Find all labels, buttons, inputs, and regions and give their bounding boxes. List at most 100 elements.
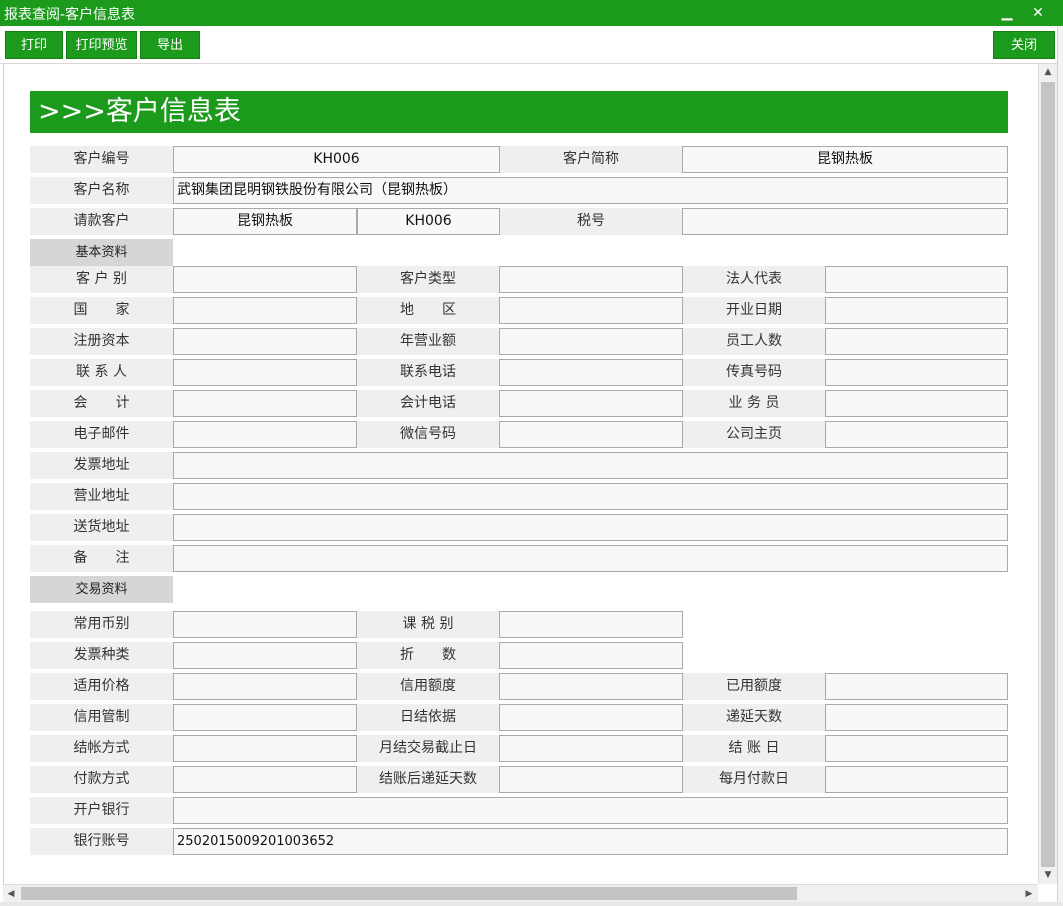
annual-revenue-value — [499, 328, 683, 355]
horizontal-scrollbar[interactable]: ◀ ▶ — [3, 884, 1038, 902]
monthly-cutoff-label: 月结交易截止日 — [357, 735, 499, 762]
open-date-label: 开业日期 — [683, 297, 825, 324]
accountant-value — [173, 390, 357, 417]
employee-count-value — [825, 328, 1008, 355]
invoice-type-label: 发票种类 — [30, 642, 173, 669]
tax-id-label: 税号 — [500, 208, 682, 235]
customer-code-value: KH006 — [173, 146, 500, 173]
remarks-label: 备 注 — [30, 545, 173, 572]
tax-class-value — [499, 611, 683, 638]
window-bottom-edge — [0, 902, 1063, 906]
trade-info-section-header: 交易资料 — [30, 576, 173, 603]
close-button[interactable]: 关闭 — [993, 31, 1055, 59]
legal-rep-label: 法人代表 — [683, 266, 825, 293]
region-value — [499, 297, 683, 324]
settle-day-value — [825, 735, 1008, 762]
deferred-days-value — [825, 704, 1008, 731]
salesperson-label: 业 务 员 — [683, 390, 825, 417]
report-title-banner: >>>客户信息表 — [30, 91, 1008, 133]
employee-count-label: 员工人数 — [683, 328, 825, 355]
country-label: 国 家 — [30, 297, 173, 324]
customer-class-value — [173, 266, 357, 293]
business-address-label: 营业地址 — [30, 483, 173, 510]
credit-control-label: 信用管制 — [30, 704, 173, 731]
monthly-pay-day-label: 每月付款日 — [683, 766, 825, 793]
post-settle-days-value — [499, 766, 683, 793]
delivery-address-value — [173, 514, 1008, 541]
customer-type-value — [499, 266, 683, 293]
used-limit-value — [825, 673, 1008, 700]
window-title: 报表查阅-客户信息表 — [4, 7, 136, 23]
toolbar: 打印 打印预览 导出 关闭 — [0, 26, 1063, 64]
customer-code-label: 客户编号 — [30, 146, 173, 173]
contact-phone-label: 联系电话 — [357, 359, 499, 386]
customer-name-label: 客户名称 — [30, 177, 173, 204]
discount-value — [499, 642, 683, 669]
open-date-value — [825, 297, 1008, 324]
deferred-days-label: 递延天数 — [683, 704, 825, 731]
registered-capital-label: 注册资本 — [30, 328, 173, 355]
region-label: 地 区 — [357, 297, 499, 324]
contact-person-label: 联 系 人 — [30, 359, 173, 386]
country-value — [173, 297, 357, 324]
accountant-phone-label: 会计电话 — [357, 390, 499, 417]
billing-customer-label: 请款客户 — [30, 208, 173, 235]
currency-value — [173, 611, 357, 638]
export-button[interactable]: 导出 — [140, 31, 200, 59]
invoice-address-value — [173, 452, 1008, 479]
business-address-value — [173, 483, 1008, 510]
post-settle-days-label: 结账后递延天数 — [357, 766, 499, 793]
print-preview-button[interactable]: 打印预览 — [66, 31, 137, 59]
bank-label: 开户银行 — [30, 797, 173, 824]
settle-basis-label: 日结依据 — [357, 704, 499, 731]
price-applied-label: 适用价格 — [30, 673, 173, 700]
credit-control-value — [173, 704, 357, 731]
customer-class-label: 客 户 别 — [30, 266, 173, 293]
minimize-icon[interactable]: ▁ — [996, 3, 1018, 23]
scroll-down-arrow-icon[interactable]: ▼ — [1039, 867, 1057, 883]
monthly-pay-day-value — [825, 766, 1008, 793]
used-limit-label: 已用额度 — [683, 673, 825, 700]
settle-basis-value — [499, 704, 683, 731]
window-right-edge — [1057, 26, 1063, 906]
homepage-label: 公司主页 — [683, 421, 825, 448]
settle-method-label: 结帐方式 — [30, 735, 173, 762]
email-value — [173, 421, 357, 448]
accountant-label: 会 计 — [30, 390, 173, 417]
invoice-address-label: 发票地址 — [30, 452, 173, 479]
currency-label: 常用币别 — [30, 611, 173, 638]
print-button[interactable]: 打印 — [5, 31, 63, 59]
customer-short-name-value: 昆钢热板 — [682, 146, 1008, 173]
annual-revenue-label: 年营业额 — [357, 328, 499, 355]
scroll-right-arrow-icon[interactable]: ▶ — [1021, 885, 1037, 903]
invoice-type-value — [173, 642, 357, 669]
accountant-phone-value — [499, 390, 683, 417]
scroll-left-arrow-icon[interactable]: ◀ — [3, 885, 19, 903]
settle-day-label: 结 账 日 — [683, 735, 825, 762]
bank-account-label: 银行账号 — [30, 828, 173, 855]
bank-account-value: 2502015009201003652 — [173, 828, 1008, 855]
customer-short-name-label: 客户简称 — [500, 146, 682, 173]
basic-info-section-header: 基本资料 — [30, 239, 173, 266]
email-label: 电子邮件 — [30, 421, 173, 448]
registered-capital-value — [173, 328, 357, 355]
payment-method-label: 付款方式 — [30, 766, 173, 793]
scroll-up-arrow-icon[interactable]: ▲ — [1039, 64, 1057, 80]
horizontal-scroll-thumb[interactable] — [21, 887, 797, 900]
payment-method-value — [173, 766, 357, 793]
wechat-value — [499, 421, 683, 448]
billing-customer-code-value: KH006 — [357, 208, 500, 235]
credit-limit-label: 信用额度 — [357, 673, 499, 700]
settle-method-value — [173, 735, 357, 762]
tax-id-value — [682, 208, 1008, 235]
price-applied-value — [173, 673, 357, 700]
close-icon[interactable]: ✕ — [1027, 3, 1049, 23]
window-title-bar: 报表查阅-客户信息表 ▁ ✕ — [0, 0, 1063, 26]
discount-label: 折 数 — [357, 642, 499, 669]
homepage-value — [825, 421, 1008, 448]
vertical-scroll-thumb[interactable] — [1041, 82, 1055, 867]
vertical-scrollbar[interactable]: ▲ ▼ — [1038, 64, 1057, 884]
credit-limit-value — [499, 673, 683, 700]
customer-type-label: 客户类型 — [357, 266, 499, 293]
tax-class-label: 课 税 别 — [357, 611, 499, 638]
